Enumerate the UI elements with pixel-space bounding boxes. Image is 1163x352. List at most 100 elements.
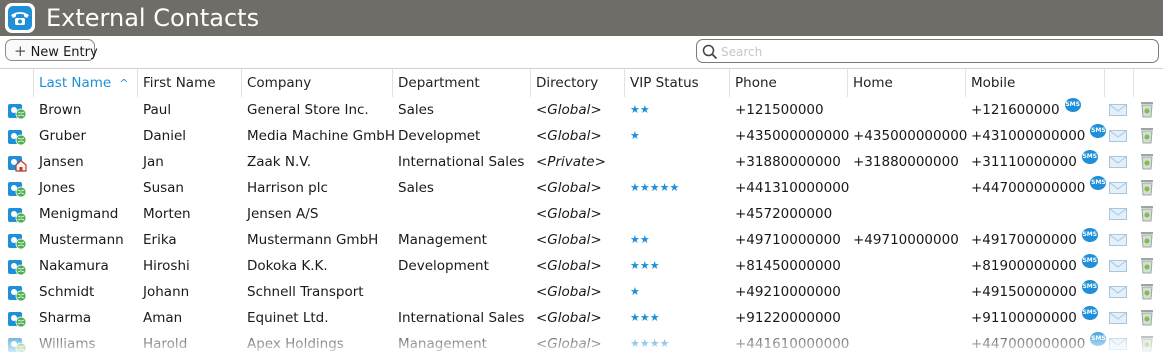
vip-stars xyxy=(625,149,730,175)
directory-cell: <Global> xyxy=(536,336,602,352)
home-cell: +435000000000 xyxy=(853,128,968,144)
first-name-cell: Morten xyxy=(143,206,191,222)
search-input[interactable] xyxy=(719,42,1153,62)
company-cell: Mustermann GmbH xyxy=(247,232,379,248)
trash-icon[interactable] xyxy=(1140,257,1154,274)
first-name-cell: Johann xyxy=(143,284,190,300)
column-header-directory[interactable]: Directory xyxy=(531,69,625,97)
trash-icon[interactable] xyxy=(1140,309,1154,326)
column-header-home[interactable]: Home xyxy=(848,69,966,97)
mail-icon[interactable] xyxy=(1109,208,1127,220)
sort-ascending-icon: ^ xyxy=(119,77,129,90)
directory-cell: <Global> xyxy=(536,102,602,118)
trash-icon[interactable] xyxy=(1140,127,1154,144)
sms-icon[interactable]: SMS xyxy=(1081,150,1098,164)
phone-cell: +121500000 xyxy=(735,102,824,118)
table-row[interactable]: Menigmand Morten Jensen A/S <Global> +457200… xyxy=(0,201,1163,227)
mail-icon[interactable] xyxy=(1109,234,1127,246)
column-header-mobile[interactable]: Mobile xyxy=(966,69,1105,97)
table-row[interactable]: Nakamura Hiroshi Dokoka K.K. Development <Gl… xyxy=(0,253,1163,279)
trash-icon[interactable] xyxy=(1140,179,1154,196)
globe-contact-icon xyxy=(8,104,27,120)
table-row[interactable]: Sharma Aman Equinet Ltd. International Sale… xyxy=(0,305,1163,331)
column-label: Phone xyxy=(735,75,777,91)
table-row[interactable]: Mustermann Erika Mustermann GmbH Management… xyxy=(0,227,1163,253)
icon-column-header xyxy=(0,69,34,97)
sms-icon[interactable]: SMS xyxy=(1081,254,1098,268)
sms-icon[interactable]: SMS xyxy=(1090,124,1107,138)
table-row[interactable]: Schmidt Johann Schnell Transport <Global> +4… xyxy=(0,279,1163,305)
table-row[interactable]: Jansen Jan Zaak N.V. International Sales <Pr… xyxy=(0,149,1163,175)
page-title: External Contacts xyxy=(46,4,260,32)
trash-icon[interactable] xyxy=(1140,153,1154,170)
home-cell xyxy=(848,97,966,123)
vip-stars xyxy=(625,201,730,227)
last-name-cell: Jansen xyxy=(39,154,84,170)
new-entry-button[interactable]: + New Entry xyxy=(5,39,98,61)
mail-icon[interactable] xyxy=(1109,338,1127,350)
column-label: VIP Status xyxy=(630,75,699,91)
mail-icon[interactable] xyxy=(1109,182,1127,194)
sms-icon[interactable]: SMS xyxy=(1090,176,1107,190)
table-row[interactable]: Gruber Daniel Media Machine GmbH Developmet… xyxy=(0,123,1163,149)
department-cell: Development xyxy=(398,258,489,274)
table-row[interactable]: Jones Susan Harrison plc Sales <Global> +4413… xyxy=(0,175,1163,201)
globe-contact-icon xyxy=(8,312,27,328)
column-header-phone[interactable]: Phone xyxy=(730,69,848,97)
last-name-cell: Jones xyxy=(39,180,76,196)
department-cell: Management xyxy=(398,232,487,248)
mail-icon[interactable] xyxy=(1109,286,1127,298)
title-bar: External Contacts xyxy=(0,0,1163,36)
sms-icon[interactable]: SMS xyxy=(1081,228,1098,242)
column-label: Department xyxy=(398,75,480,91)
search-box[interactable] xyxy=(696,39,1159,63)
sms-icon[interactable]: SMS xyxy=(1081,306,1098,320)
sms-icon[interactable]: SMS xyxy=(1081,280,1098,294)
first-name-cell: Paul xyxy=(143,102,172,118)
company-cell: Apex Holdings xyxy=(247,336,344,352)
mail-icon[interactable] xyxy=(1109,156,1127,168)
mail-icon[interactable] xyxy=(1109,260,1127,272)
directory-cell: <Global> xyxy=(536,206,602,222)
mobile-number: +49150000000 xyxy=(971,284,1077,300)
column-label: First Name xyxy=(143,75,216,91)
phone-cell: +81450000000 xyxy=(735,258,841,274)
directory-cell: <Global> xyxy=(536,310,602,326)
home-cell xyxy=(848,175,966,201)
mobile-number: +91100000000 xyxy=(971,310,1077,326)
column-header-last-name[interactable]: Last Name ^ xyxy=(34,69,138,97)
vip-stars: ★★ xyxy=(630,233,650,246)
trash-icon[interactable] xyxy=(1140,231,1154,248)
trash-icon[interactable] xyxy=(1140,283,1154,300)
mobile-cell: +31110000000 SMS xyxy=(966,149,1105,175)
department-cell: International Sales xyxy=(398,154,525,170)
column-header-first-name[interactable]: First Name xyxy=(138,69,242,97)
globe-contact-icon xyxy=(8,286,27,302)
sms-icon[interactable]: SMS xyxy=(1064,98,1081,112)
mail-icon[interactable] xyxy=(1109,312,1127,324)
globe-contact-icon xyxy=(8,234,27,250)
mobile-cell: +49150000000 SMS xyxy=(966,279,1105,305)
phone-cell: +435000000000 xyxy=(735,128,850,144)
sms-icon[interactable]: SMS xyxy=(1090,332,1107,346)
home-cell xyxy=(848,201,966,227)
mail-icon[interactable] xyxy=(1109,104,1127,116)
table-row[interactable]: Brown Paul General Store Inc. Sales <Global>… xyxy=(0,97,1163,123)
trash-icon[interactable] xyxy=(1140,205,1154,222)
table-row[interactable]: Williams Harold Apex Holdings Management <Gl… xyxy=(0,331,1163,352)
trash-icon[interactable] xyxy=(1140,101,1154,118)
mail-icon[interactable] xyxy=(1109,130,1127,142)
trash-icon[interactable] xyxy=(1140,335,1154,352)
first-name-cell: Harold xyxy=(143,336,188,352)
mobile-number: +49170000000 xyxy=(971,232,1077,248)
mobile-cell: +431000000000 SMS xyxy=(966,123,1107,149)
column-label: Home xyxy=(853,75,893,91)
column-header-vip-status[interactable]: VIP Status xyxy=(625,69,730,97)
mobile-cell: +81900000000 SMS xyxy=(966,253,1105,279)
first-name-cell: Daniel xyxy=(143,128,187,144)
column-header-department[interactable]: Department xyxy=(393,69,531,97)
mobile-number: +31110000000 xyxy=(971,154,1077,170)
column-header-company[interactable]: Company xyxy=(242,69,393,97)
phone-app-icon xyxy=(5,3,35,33)
plus-icon: + xyxy=(14,42,27,60)
